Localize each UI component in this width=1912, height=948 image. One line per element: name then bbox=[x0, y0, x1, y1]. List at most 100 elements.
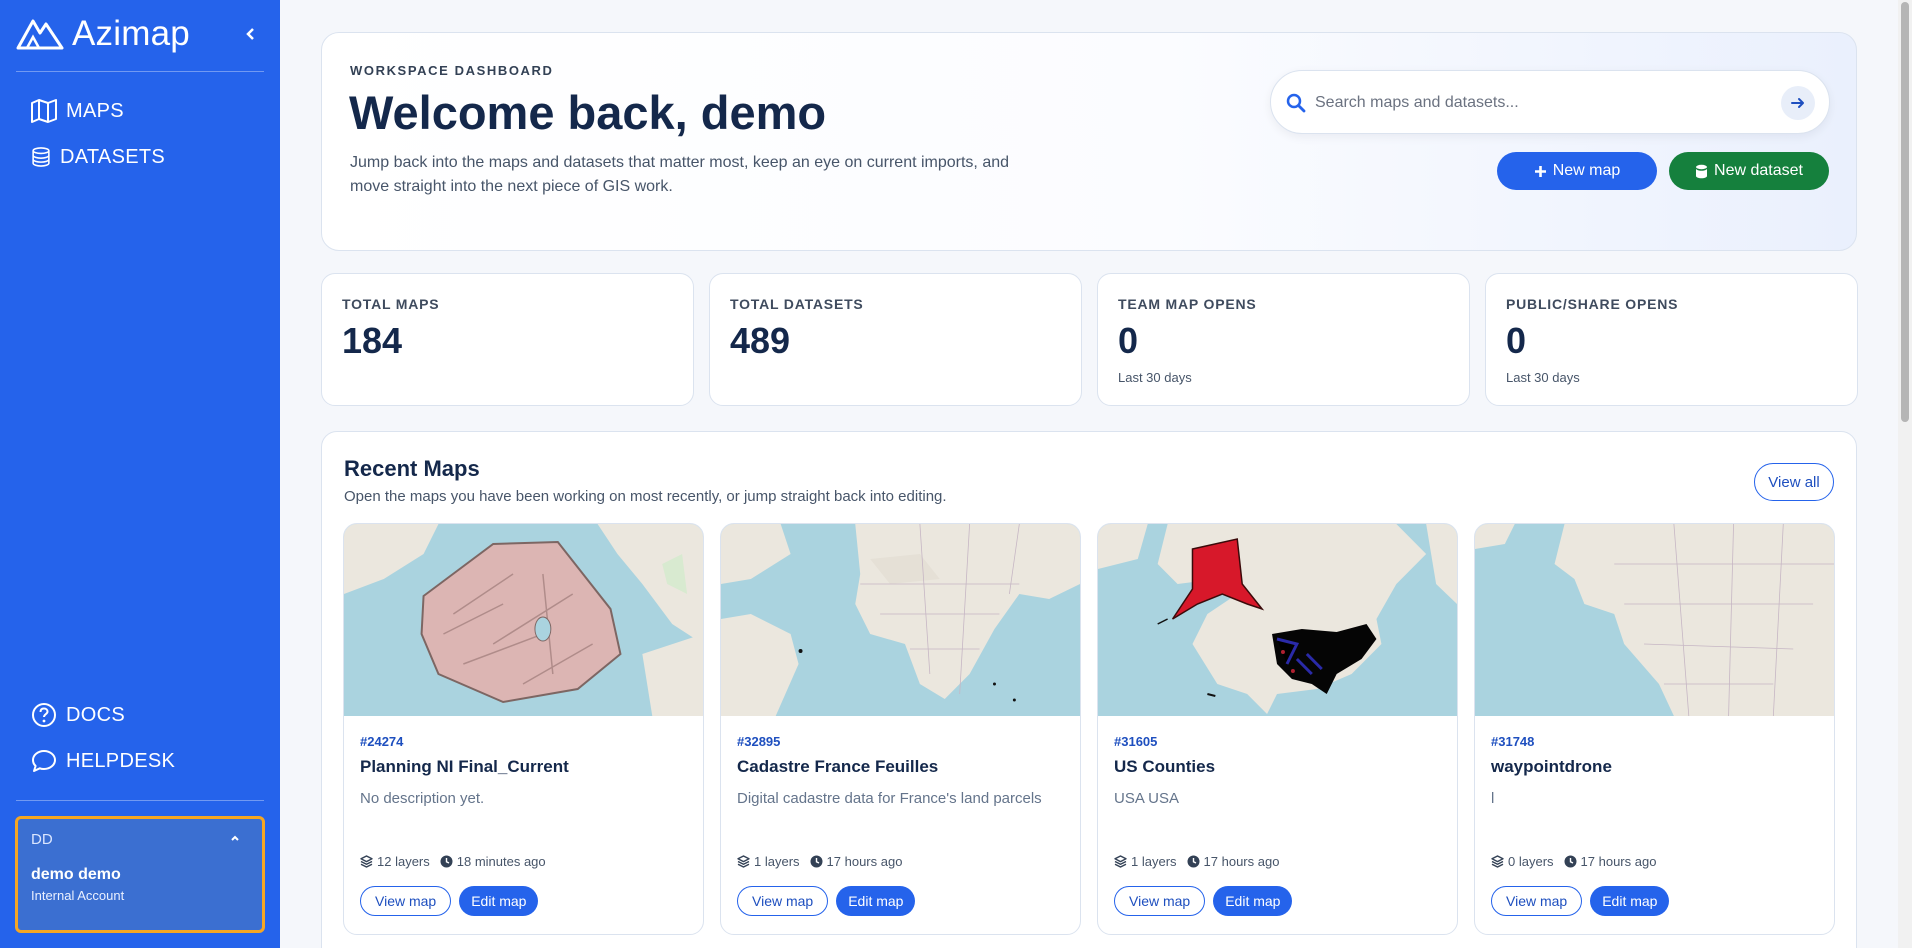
layers-icon bbox=[1114, 855, 1127, 868]
map-thumbnail[interactable] bbox=[344, 524, 703, 716]
stat-label: PUBLIC/SHARE OPENS bbox=[1506, 296, 1679, 312]
view-map-button[interactable]: View map bbox=[1114, 886, 1206, 916]
sidebar-item-label: DATASETS bbox=[60, 145, 166, 168]
layer-count: 12 layers bbox=[377, 854, 430, 869]
sidebar-item-maps[interactable]: MAPS bbox=[30, 96, 124, 126]
sidebar-item-docs[interactable]: DOCS bbox=[30, 700, 125, 730]
updated-time: 17 hours ago bbox=[826, 854, 903, 869]
map-meta: 1 layers 17 hours ago bbox=[1114, 854, 1279, 869]
map-meta: 0 layers 17 hours ago bbox=[1491, 854, 1656, 869]
user-role: Internal Account bbox=[31, 888, 125, 903]
new-map-label: New map bbox=[1552, 162, 1621, 179]
map-card: #31748 waypointdrone l 0 layers 17 hours… bbox=[1474, 523, 1835, 935]
map-title: Planning NI Final_Current bbox=[360, 757, 569, 776]
map-id: #31748 bbox=[1491, 734, 1535, 749]
stat-card-public-share-opens: PUBLIC/SHARE OPENS 0 Last 30 days bbox=[1485, 273, 1858, 406]
sidebar-item-datasets[interactable]: DATASETS bbox=[30, 142, 165, 172]
page-title: Welcome back, demo bbox=[349, 86, 827, 139]
recent-maps-panel: Recent Maps Open the maps you have been … bbox=[321, 431, 1857, 948]
map-meta: 1 layers 17 hours ago bbox=[737, 854, 902, 869]
map-title: waypointdrone bbox=[1491, 757, 1612, 776]
stat-value: 184 bbox=[342, 320, 403, 361]
map-description: Digital cadastre data for France's land … bbox=[737, 790, 1042, 807]
arrow-right-icon bbox=[1791, 98, 1804, 108]
database-icon bbox=[32, 147, 50, 167]
new-dataset-label: New dataset bbox=[1714, 162, 1803, 179]
card-actions: View map Edit map bbox=[1491, 886, 1670, 916]
map-id: #31605 bbox=[1114, 734, 1158, 749]
user-name: demo demo bbox=[31, 866, 121, 883]
edit-map-button[interactable]: Edit map bbox=[836, 886, 916, 916]
eyebrow-label: WORKSPACE DASHBOARD bbox=[350, 63, 554, 78]
new-dataset-button[interactable]: New dataset bbox=[1669, 152, 1829, 190]
updated-time: 17 hours ago bbox=[1203, 854, 1280, 869]
chevron-up-icon bbox=[231, 835, 239, 841]
brand-logo[interactable]: Azimap bbox=[16, 14, 190, 54]
view-map-button[interactable]: View map bbox=[1491, 886, 1583, 916]
map-description: l bbox=[1491, 790, 1495, 807]
sidebar-item-helpdesk[interactable]: HELPDESK bbox=[30, 746, 175, 776]
map-title: US Counties bbox=[1114, 757, 1216, 776]
sidebar-item-label: MAPS bbox=[66, 99, 124, 122]
card-actions: View map Edit map bbox=[1114, 886, 1293, 916]
map-card: #31605 US Counties USA USA 1 layers 17 h… bbox=[1097, 523, 1458, 935]
view-map-button[interactable]: View map bbox=[737, 886, 829, 916]
mountain-logo-icon bbox=[16, 19, 64, 50]
stat-period: Last 30 days bbox=[1118, 370, 1192, 385]
search-submit-button[interactable] bbox=[1781, 86, 1815, 120]
layer-count: 1 layers bbox=[1131, 854, 1177, 869]
view-map-button[interactable]: View map bbox=[360, 886, 452, 916]
card-actions: View map Edit map bbox=[360, 886, 539, 916]
stat-value: 0 bbox=[1118, 320, 1139, 361]
map-meta: 12 layers 18 minutes ago bbox=[360, 854, 546, 869]
stat-card-total-maps: TOTAL MAPS 184 bbox=[321, 273, 694, 406]
map-thumbnail[interactable] bbox=[1475, 524, 1834, 716]
hero-panel: WORKSPACE DASHBOARD Welcome back, demo J… bbox=[321, 32, 1857, 251]
edit-map-button[interactable]: Edit map bbox=[459, 886, 539, 916]
database-icon bbox=[1696, 164, 1708, 178]
map-icon bbox=[31, 99, 57, 123]
view-all-button[interactable]: View all bbox=[1754, 463, 1834, 501]
map-thumbnail[interactable] bbox=[1098, 524, 1457, 716]
user-initials: DD bbox=[31, 831, 53, 848]
layers-icon bbox=[737, 855, 750, 868]
stat-card-team-map-opens: TEAM MAP OPENS 0 Last 30 days bbox=[1097, 273, 1470, 406]
updated-time: 17 hours ago bbox=[1580, 854, 1657, 869]
sidebar-divider bbox=[16, 71, 264, 72]
map-thumbnail[interactable] bbox=[721, 524, 1080, 716]
stat-value: 489 bbox=[730, 320, 791, 361]
map-description: No description yet. bbox=[360, 790, 485, 807]
layers-icon bbox=[1491, 855, 1504, 868]
card-actions: View map Edit map bbox=[737, 886, 916, 916]
map-card: #32895 Cadastre France Feuilles Digital … bbox=[720, 523, 1081, 935]
map-description: USA USA bbox=[1114, 790, 1180, 807]
user-account-menu[interactable]: DD demo demo Internal Account bbox=[15, 816, 265, 933]
collapse-sidebar-button[interactable] bbox=[240, 22, 260, 46]
map-id: #32895 bbox=[737, 734, 781, 749]
map-card: #24274 Planning NI Final_Current No desc… bbox=[343, 523, 704, 935]
edit-map-button[interactable]: Edit map bbox=[1590, 886, 1670, 916]
chevron-left-icon bbox=[246, 28, 254, 40]
stat-label: TOTAL DATASETS bbox=[730, 296, 864, 312]
map-title: Cadastre France Feuilles bbox=[737, 757, 939, 776]
new-map-button[interactable]: New map bbox=[1497, 152, 1657, 190]
map-id: #24274 bbox=[360, 734, 404, 749]
stat-value: 0 bbox=[1506, 320, 1527, 361]
clock-icon bbox=[1564, 855, 1577, 868]
stat-label: TEAM MAP OPENS bbox=[1118, 296, 1257, 312]
chat-bubble-icon bbox=[32, 750, 56, 772]
sidebar-item-label: DOCS bbox=[66, 703, 125, 726]
question-circle-icon bbox=[32, 703, 56, 727]
layers-icon bbox=[360, 855, 373, 868]
stat-card-total-datasets: TOTAL DATASETS 489 bbox=[709, 273, 1082, 406]
scrollbar-thumb[interactable] bbox=[1901, 2, 1909, 422]
brand-name: Azimap bbox=[72, 14, 190, 53]
search-input[interactable] bbox=[1315, 89, 1755, 117]
updated-time: 18 minutes ago bbox=[456, 854, 546, 869]
page-scrollbar[interactable] bbox=[1898, 0, 1912, 948]
edit-map-button[interactable]: Edit map bbox=[1213, 886, 1293, 916]
stat-period: Last 30 days bbox=[1506, 370, 1580, 385]
search-bar bbox=[1270, 70, 1830, 134]
section-title: Recent Maps bbox=[344, 456, 480, 481]
section-subtitle: Open the maps you have been working on m… bbox=[344, 488, 947, 505]
